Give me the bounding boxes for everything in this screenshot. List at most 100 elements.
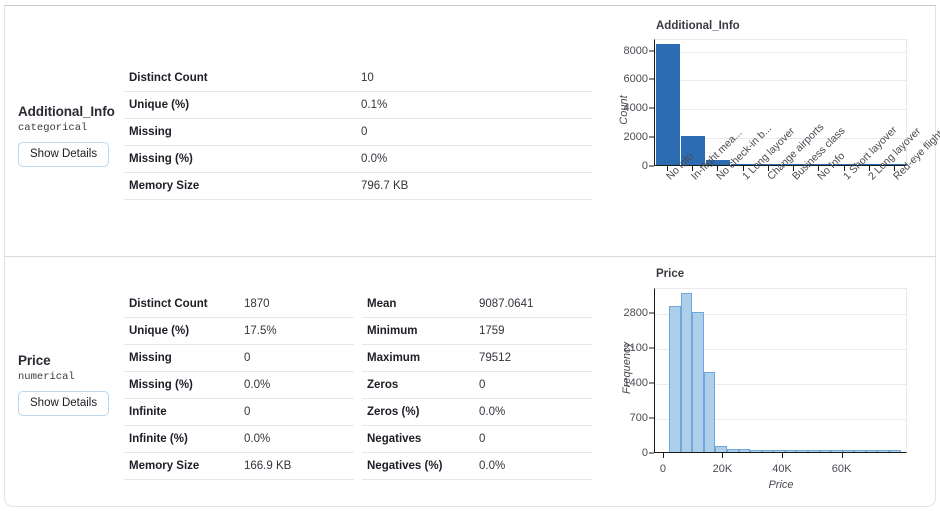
x-tick-label: 40K [772, 463, 792, 475]
stats-key: Mean [362, 291, 474, 318]
y-tick-mark [649, 136, 654, 138]
stats-value: 0.0% [474, 452, 592, 480]
gridline [655, 80, 906, 82]
variable-panel-price: Price numerical Show Details Distinct Co… [0, 257, 940, 507]
stats-value: 1759 [474, 317, 592, 345]
histogram-bar [773, 450, 785, 452]
show-details-button[interactable]: Show Details [18, 142, 110, 167]
histogram-bar [877, 450, 890, 452]
chart-title: Price [656, 268, 685, 280]
histogram-bar [669, 306, 681, 452]
histogram-bar [738, 448, 751, 452]
histogram-bar [750, 450, 762, 452]
stats-value: 9087.0641 [474, 291, 592, 318]
y-tick-mark [649, 78, 654, 80]
stats-value: 0 [239, 398, 354, 426]
stats-row: Unique (%) 17.5% [124, 317, 354, 345]
stats-value: 0 [239, 344, 354, 372]
y-tick-label: 6000 [623, 73, 648, 86]
stats-value: 0.0% [239, 371, 354, 399]
histogram-bar [889, 450, 901, 452]
chart-price: Price Frequency 0 700 1400 2100 2800 0 20K 40K… [600, 257, 940, 507]
stats-row: Negatives 0 [362, 425, 592, 453]
stats-value: 796.7 KB [356, 172, 592, 200]
stats-value: 0 [356, 118, 592, 146]
histogram-bar [680, 292, 693, 452]
stats-value: 0 [474, 371, 592, 399]
stats-key: Infinite (%) [124, 425, 239, 453]
stats-row: Missing (%) 0.0% [124, 145, 592, 173]
stats-key: Missing [124, 118, 356, 146]
x-tick-label: 60K [831, 463, 852, 475]
stats-key: Zeros [362, 371, 474, 399]
stats-key: Negatives (%) [362, 452, 474, 480]
stats-table-body: Distinct Count 1870 Unique (%) 17.5% Missing… [124, 291, 354, 480]
y-tick-mark [649, 417, 654, 419]
variable-name: Additional_Info [18, 104, 115, 119]
stats-row: Maximum 79512 [362, 344, 592, 372]
stats-row: Missing 0 [124, 344, 354, 372]
variable-header-price: Price numerical Show Details [18, 353, 124, 416]
chart-title: Additional_Info [656, 20, 740, 32]
histogram-bar [715, 445, 728, 452]
y-tick-label: 8000 [623, 44, 648, 57]
stats-key: Unique (%) [124, 91, 356, 119]
chart-additional-info: Additional_Info Count 0 2000 4000 6000 8000 … [600, 6, 940, 256]
y-tick-label: 2800 [623, 307, 648, 319]
stats-row: Memory Size 166.9 KB [124, 452, 354, 480]
stats-key: Missing (%) [124, 145, 356, 173]
chart-y-axis-title: Frequency [621, 342, 633, 394]
chart-plot-area [654, 288, 907, 453]
histogram-bar [727, 449, 739, 452]
stats-row: Minimum 1759 [362, 317, 592, 345]
y-tick-mark [649, 165, 654, 167]
profiling-report-page: Additional_Info categorical Show Details… [0, 0, 940, 511]
stats-row: Unique (%) 0.1% [124, 91, 592, 119]
stats-row: Distinct Count 10 [124, 65, 592, 92]
y-tick-label: 4000 [623, 102, 648, 115]
y-tick-label: 1400 [623, 377, 648, 389]
stats-key: Memory Size [124, 172, 356, 200]
y-tick-mark [649, 312, 654, 314]
y-tick-label: 2000 [623, 131, 648, 144]
variable-type: numerical [18, 371, 75, 383]
gridline [655, 51, 906, 53]
bar [655, 43, 680, 165]
stats-value: 0.1% [356, 91, 592, 119]
y-tick-mark [649, 107, 654, 109]
show-details-button[interactable]: Show Details [18, 391, 110, 416]
y-tick-mark [649, 50, 654, 52]
stats-table-price-left: Distinct Count 1870 Unique (%) 17.5% Missing… [124, 291, 354, 480]
histogram-bar [854, 450, 866, 452]
histogram-bar [784, 450, 797, 452]
stats-table-body: Mean 9087.0641 Minimum 1759 Maximum 79512 Zero… [362, 291, 592, 480]
stats-key: Negatives [362, 425, 474, 453]
stats-key: Maximum [362, 344, 474, 372]
stats-row: Zeros 0 [362, 371, 592, 399]
stats-key: Missing (%) [124, 371, 239, 399]
histogram-bar [865, 450, 878, 452]
x-tick-mark [781, 453, 783, 458]
gridline [655, 109, 906, 111]
histogram-bar [761, 450, 774, 452]
histogram-bar [831, 450, 843, 452]
stats-key: Missing [124, 344, 239, 372]
y-tick-mark [649, 347, 654, 349]
y-tick-label: 0 [641, 447, 648, 459]
stats-row: Infinite (%) 0.0% [124, 425, 354, 453]
x-tick-mark [662, 453, 664, 458]
stats-table-price-right: Mean 9087.0641 Minimum 1759 Maximum 79512 Zero… [362, 291, 592, 480]
variable-type: categorical [18, 122, 88, 134]
histogram-bar [692, 312, 704, 452]
stats-value: 0.0% [239, 425, 354, 453]
histogram-bar [703, 372, 716, 452]
stats-row: Mean 9087.0641 [362, 291, 592, 318]
stats-value: 17.5% [239, 317, 354, 345]
stats-row: Missing 0 [124, 118, 592, 146]
x-tick-mark [841, 453, 843, 458]
histogram-bar [842, 450, 855, 452]
x-tick-mark [722, 453, 724, 458]
stats-key: Distinct Count [124, 291, 239, 318]
stats-value: 1870 [239, 291, 354, 318]
stats-row: Memory Size 796.7 KB [124, 172, 592, 200]
